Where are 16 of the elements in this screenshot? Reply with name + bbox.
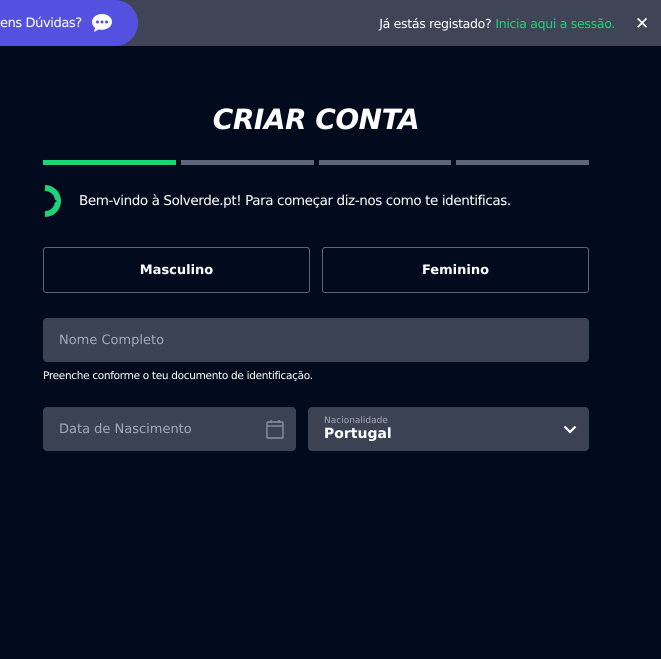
login-link[interactable]: Inicia aqui a sessão. [495,16,615,30]
calendar-icon [266,419,284,439]
page-title: CRIAR CONTA [212,103,420,136]
help-button[interactable]: ens Dúvidas? [0,0,138,46]
chat-icon [90,13,113,33]
chevron-down-icon [563,424,577,434]
field-hint: Preenche conforme o teu documento de identificação. [43,370,314,382]
full-name-field[interactable]: Nome Completo [43,318,589,362]
nationality-select[interactable]: Nacionalidade Portugal [308,407,589,451]
gender-option[interactable]: Masculino [43,247,310,293]
close-button[interactable]: ✕ [635,12,649,34]
welcome-text: Bem-vindo à Solverde.pt! Para começar diz-nos como te identificas. [79,193,511,209]
birth-date-field[interactable]: Data de Nascimento [43,407,296,451]
gender-option[interactable]: Feminino [322,247,589,293]
login-prompt: Já estás registado? [379,16,492,30]
chip-icon [43,185,61,217]
